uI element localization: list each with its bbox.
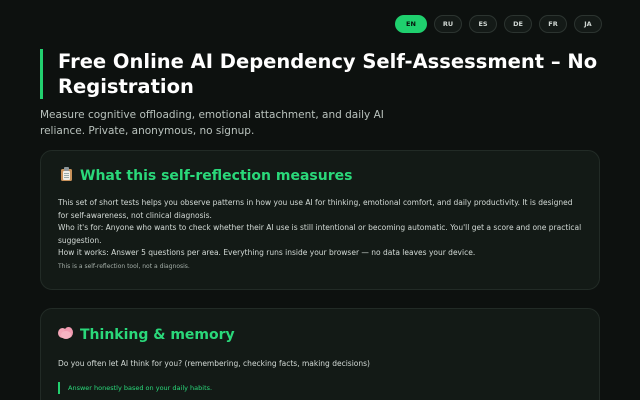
language-switcher: EN RU ES DE FR JA: [395, 15, 602, 33]
brain-icon: [58, 326, 74, 344]
lang-button-ru[interactable]: RU: [434, 15, 462, 33]
intro-card: What this self-reflection measures This …: [40, 150, 600, 290]
section-title: Thinking & memory: [80, 327, 235, 343]
disclaimer-note: This is a self-reflection tool, not a di…: [58, 262, 190, 270]
page-title-block: Free Online AI Dependency Self-Assessmen…: [40, 49, 600, 99]
page-title: Free Online AI Dependency Self-Assessmen…: [58, 50, 598, 98]
lang-button-en[interactable]: EN: [395, 15, 427, 33]
intro-card-body: This set of short tests helps you observ…: [58, 197, 582, 260]
intro-card-title: What this self-reflection measures: [80, 168, 353, 184]
clipboard-icon: [58, 167, 74, 185]
lang-button-de[interactable]: DE: [504, 15, 532, 33]
intro-card-header: What this self-reflection measures: [58, 167, 582, 185]
answer-hint: Answer honestly based on your daily habi…: [58, 382, 582, 394]
intro-paragraph: How it works: Answer 5 questions per are…: [58, 248, 476, 257]
lang-button-fr[interactable]: FR: [539, 15, 567, 33]
section-card-header: Thinking & memory: [58, 326, 582, 344]
thinking-memory-card: Thinking & memory Do you often let AI th…: [40, 308, 600, 400]
question-text: Do you often let AI think for you? (reme…: [58, 359, 370, 368]
page-subtitle: Measure cognitive offloading, emotional …: [40, 109, 384, 137]
lang-button-es[interactable]: ES: [469, 15, 497, 33]
lang-button-ja[interactable]: JA: [574, 15, 602, 33]
intro-paragraph: This set of short tests helps you observ…: [58, 198, 573, 220]
page: EN RU ES DE FR JA Free Online AI Depende…: [0, 0, 640, 400]
intro-paragraph: Who it's for: Anyone who wants to check …: [58, 223, 582, 245]
